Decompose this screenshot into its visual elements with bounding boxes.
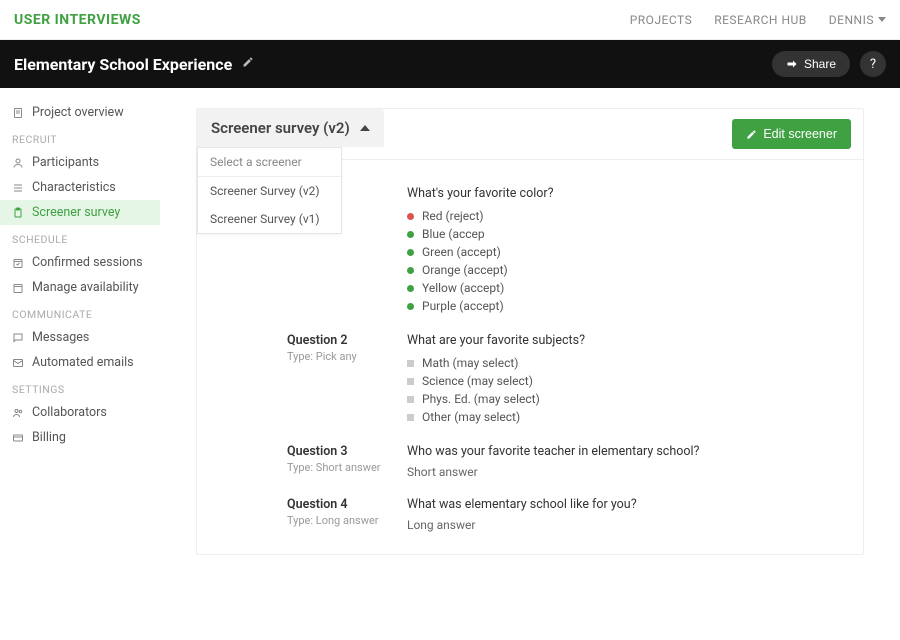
question-number: Question 4	[287, 497, 387, 512]
question-row-2: Question 2 Type: Pick any What are your …	[197, 319, 863, 430]
top-nav: USER INTERVIEWS PROJECTS RESEARCH HUB DE…	[0, 0, 900, 40]
list-icon	[12, 182, 24, 194]
accept-dot-icon	[407, 267, 414, 274]
question-prompt: What's your favorite color?	[407, 186, 863, 201]
checkbox-icon	[407, 360, 414, 367]
share-icon	[786, 58, 798, 70]
brand-logo[interactable]: USER INTERVIEWS	[14, 12, 141, 28]
sidebar-item-label: Confirmed sessions	[32, 255, 143, 270]
share-label: Share	[804, 57, 836, 71]
sidebar-heading-communicate: COMMUNICATE	[0, 300, 160, 325]
dropdown-option-v1[interactable]: Screener Survey (v1)	[198, 205, 341, 233]
sidebar-item-screener[interactable]: Screener survey	[0, 200, 160, 225]
question-type: Type: Short answer	[287, 461, 387, 474]
sidebar-item-confirmed[interactable]: Confirmed sessions	[0, 250, 160, 275]
reject-dot-icon	[407, 213, 414, 220]
edit-title-button[interactable]	[242, 56, 254, 72]
mail-icon	[12, 357, 24, 369]
sidebar-item-availability[interactable]: Manage availability	[0, 275, 160, 300]
sidebar-item-participants[interactable]: Participants	[0, 150, 160, 175]
checkbox-icon	[407, 396, 414, 403]
sidebar-item-label: Billing	[32, 430, 66, 445]
option: Other (may select)	[407, 408, 863, 426]
sidebar-item-label: Project overview	[32, 105, 124, 120]
chat-icon	[12, 332, 24, 344]
caret-down-icon	[878, 17, 886, 22]
project-title: Elementary School Experience	[14, 55, 232, 74]
document-icon	[12, 107, 24, 119]
sidebar-item-label: Manage availability	[32, 280, 139, 295]
question-type: Type: Long answer	[287, 514, 387, 527]
dropdown-menu: Select a screener Screener Survey (v2) S…	[197, 147, 342, 234]
question-type: Type: Pick any	[287, 350, 387, 363]
sidebar-item-label: Collaborators	[32, 405, 107, 420]
question-number: Question 2	[287, 333, 387, 348]
screener-card: Screener survey (v2) Select a screener S…	[196, 108, 864, 555]
question-prompt: Who was your favorite teacher in element…	[407, 444, 863, 459]
accept-dot-icon	[407, 303, 414, 310]
sidebar-item-label: Participants	[32, 155, 99, 170]
accept-dot-icon	[407, 285, 414, 292]
dropdown-selected: Screener survey (v2)	[211, 119, 350, 137]
sidebar: Project overview RECRUIT Participants Ch…	[0, 88, 160, 640]
calendar-icon	[12, 282, 24, 294]
screener-version-dropdown[interactable]: Screener survey (v2) Select a screener S…	[197, 109, 384, 147]
sidebar-heading-recruit: RECRUIT	[0, 125, 160, 150]
dropdown-heading: Select a screener	[198, 148, 341, 177]
answer-type: Long answer	[407, 518, 863, 532]
sidebar-item-label: Screener survey	[32, 205, 120, 220]
pencil-icon	[746, 129, 757, 140]
clipboard-icon	[12, 207, 24, 219]
sidebar-item-emails[interactable]: Automated emails	[0, 350, 160, 375]
nav-user-menu[interactable]: DENNIS	[829, 13, 886, 27]
help-button[interactable]: ?	[860, 51, 886, 77]
question-number: Question 3	[287, 444, 387, 459]
nav-projects[interactable]: PROJECTS	[630, 13, 693, 27]
sidebar-item-label: Automated emails	[32, 355, 134, 370]
checkbox-icon	[407, 378, 414, 385]
answer-type: Short answer	[407, 465, 863, 479]
sidebar-item-collaborators[interactable]: Collaborators	[0, 400, 160, 425]
checkbox-icon	[407, 414, 414, 421]
option: Green (accept)	[407, 243, 863, 261]
person-icon	[12, 157, 24, 169]
option: Phys. Ed. (may select)	[407, 390, 863, 408]
pencil-icon	[242, 56, 254, 68]
credit-card-icon	[12, 432, 24, 444]
option: Math (may select)	[407, 354, 863, 372]
option: Science (may select)	[407, 372, 863, 390]
edit-screener-label: Edit screener	[763, 127, 837, 141]
caret-up-icon	[360, 125, 370, 131]
people-icon	[12, 407, 24, 419]
option: Blue (accep	[407, 225, 863, 243]
sidebar-item-messages[interactable]: Messages	[0, 325, 160, 350]
accept-dot-icon	[407, 249, 414, 256]
option: Orange (accept)	[407, 261, 863, 279]
option: Purple (accept)	[407, 297, 863, 315]
option: Red (reject)	[407, 207, 863, 225]
calendar-check-icon	[12, 257, 24, 269]
sidebar-item-characteristics[interactable]: Characteristics	[0, 175, 160, 200]
project-bar: Elementary School Experience Share ?	[0, 40, 900, 88]
share-button[interactable]: Share	[772, 51, 850, 77]
sidebar-heading-schedule: SCHEDULE	[0, 225, 160, 250]
sidebar-heading-settings: SETTINGS	[0, 375, 160, 400]
question-prompt: What was elementary school like for you?	[407, 497, 863, 512]
question-prompt: What are your favorite subjects?	[407, 333, 863, 348]
nav-user-name: DENNIS	[829, 13, 874, 27]
main-content: Screener survey (v2) Select a screener S…	[160, 88, 900, 640]
accept-dot-icon	[407, 231, 414, 238]
edit-screener-button[interactable]: Edit screener	[732, 119, 851, 149]
question-row-3: Question 3 Type: Short answer Who was yo…	[197, 430, 863, 483]
dropdown-option-v2[interactable]: Screener Survey (v2)	[198, 177, 341, 205]
sidebar-item-label: Characteristics	[32, 180, 116, 195]
question-row-4: Question 4 Type: Long answer What was el…	[197, 483, 863, 536]
nav-research-hub[interactable]: RESEARCH HUB	[714, 13, 807, 27]
sidebar-item-billing[interactable]: Billing	[0, 425, 160, 450]
sidebar-item-label: Messages	[32, 330, 89, 345]
sidebar-item-overview[interactable]: Project overview	[0, 100, 160, 125]
option: Yellow (accept)	[407, 279, 863, 297]
